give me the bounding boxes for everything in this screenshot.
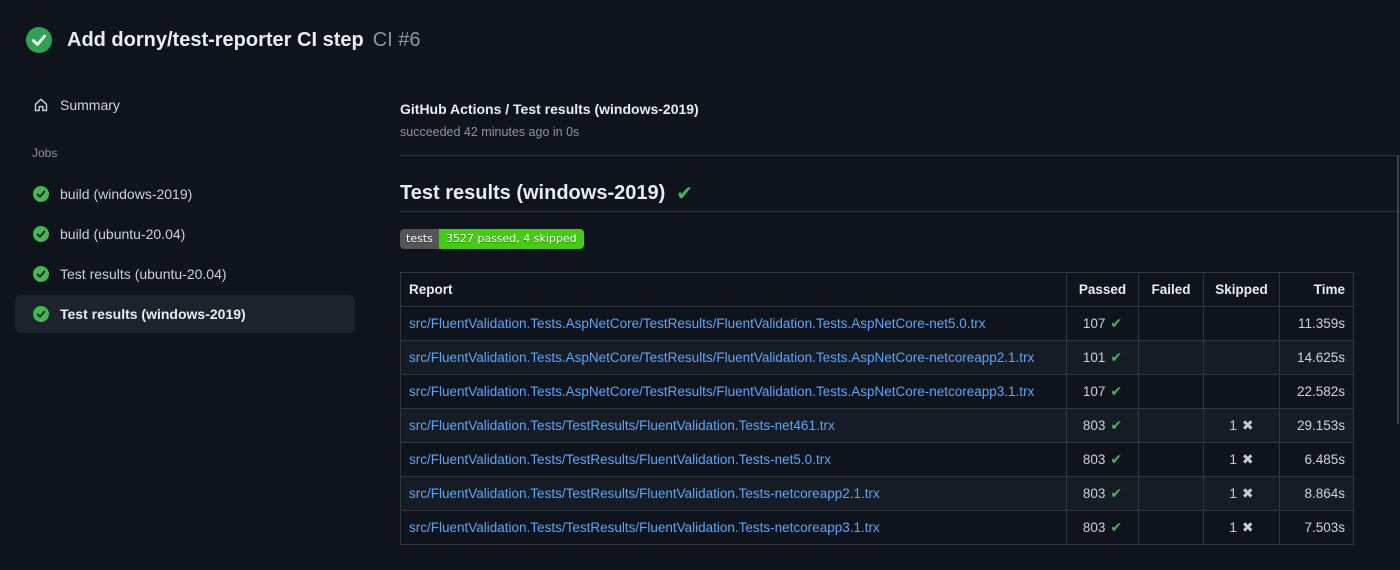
success-check-circle-icon: [33, 266, 49, 282]
time-value: 29.153s: [1279, 408, 1354, 443]
check-icon: ✔: [676, 183, 694, 205]
time-value: 22.582s: [1279, 374, 1354, 409]
x-icon: ✖: [1241, 485, 1254, 501]
skipped-count: 1: [1229, 452, 1237, 467]
table-row: src/FluentValidation.Tests/TestResults/F…: [400, 476, 1354, 511]
table-row: src/FluentValidation.Tests.AspNetCore/Te…: [400, 374, 1354, 409]
sidebar-item-summary[interactable]: Summary: [15, 90, 355, 120]
column-header-report: Report: [400, 272, 1067, 307]
passed-count: 803: [1082, 486, 1106, 501]
success-check-circle-icon: [33, 186, 49, 202]
table-header-row: Report Passed Failed Skipped Time: [400, 272, 1354, 307]
job-label: Test results (windows-2019): [60, 306, 246, 322]
time-value: 11.359s: [1279, 306, 1354, 341]
divider: [400, 211, 1400, 212]
sidebar-item-test-results-windows-2019[interactable]: Test results (windows-2019): [15, 295, 355, 333]
column-header-passed: Passed: [1066, 272, 1139, 307]
sidebar-item-test-results-ubuntu-2004[interactable]: Test results (ubuntu-20.04): [15, 255, 355, 293]
passed-count: 107: [1082, 384, 1106, 399]
passed-count: 803: [1082, 452, 1106, 467]
sidebar-item-build-ubuntu-2004[interactable]: build (ubuntu-20.04): [15, 215, 355, 253]
skipped-count: 1: [1229, 486, 1237, 501]
check-run-title: GitHub Actions / Test results (windows-2…: [400, 101, 699, 117]
report-link[interactable]: src/FluentValidation.Tests.AspNetCore/Te…: [409, 350, 1034, 365]
table-row: src/FluentValidation.Tests/TestResults/F…: [400, 442, 1354, 477]
column-header-skipped: Skipped: [1203, 272, 1280, 307]
check-icon: ✔: [1110, 519, 1123, 535]
check-icon: ✔: [1110, 451, 1123, 467]
report-link[interactable]: src/FluentValidation.Tests/TestResults/F…: [409, 452, 831, 467]
report-link[interactable]: src/FluentValidation.Tests.AspNetCore/Te…: [409, 316, 986, 331]
job-label: Test results (ubuntu-20.04): [60, 266, 227, 282]
table-row: src/FluentValidation.Tests.AspNetCore/Te…: [400, 306, 1354, 341]
skipped-count: 1: [1229, 520, 1237, 535]
time-value: 7.503s: [1279, 510, 1354, 545]
sidebar-item-build-windows-2019[interactable]: build (windows-2019): [15, 175, 355, 213]
check-icon: ✔: [1110, 485, 1123, 501]
scrollbar[interactable]: [1397, 156, 1399, 424]
divider: [400, 155, 1400, 156]
badge-value: 3527 passed, 4 skipped: [438, 229, 584, 249]
x-icon: ✖: [1241, 451, 1254, 467]
home-icon: [33, 97, 49, 113]
tests-status-badge: tests 3527 passed, 4 skipped: [400, 229, 584, 249]
report-link[interactable]: src/FluentValidation.Tests/TestResults/F…: [409, 418, 835, 433]
time-value: 8.864s: [1279, 476, 1354, 511]
failed-count: [1138, 408, 1204, 443]
check-run-status-line: succeeded 42 minutes ago in 0s: [400, 125, 580, 139]
passed-count: 101: [1082, 350, 1106, 365]
summary-label: Summary: [60, 97, 120, 113]
jobs-section-label: Jobs: [32, 146, 58, 160]
failed-count: [1138, 476, 1204, 511]
x-icon: ✖: [1241, 519, 1254, 535]
test-results-table: Report Passed Failed Skipped Time src/Fl…: [400, 272, 1354, 545]
table-row: src/FluentValidation.Tests/TestResults/F…: [400, 408, 1354, 443]
report-link[interactable]: src/FluentValidation.Tests/TestResults/F…: [409, 486, 880, 501]
failed-count: [1138, 374, 1204, 409]
failed-count: [1138, 442, 1204, 477]
time-value: 6.485s: [1279, 442, 1354, 477]
passed-count: 107: [1082, 316, 1106, 331]
check-icon: ✔: [1110, 315, 1123, 331]
report-heading: Test results (windows-2019) ✔: [400, 182, 694, 205]
sidebar: Summary Jobs build (windows-2019) build …: [0, 0, 400, 570]
report-link[interactable]: src/FluentValidation.Tests.AspNetCore/Te…: [409, 384, 1034, 399]
column-header-time: Time: [1279, 272, 1354, 307]
failed-count: [1138, 510, 1204, 545]
check-icon: ✔: [1110, 349, 1123, 365]
column-header-failed: Failed: [1138, 272, 1204, 307]
table-row: src/FluentValidation.Tests/TestResults/F…: [400, 510, 1354, 545]
failed-count: [1138, 340, 1204, 375]
passed-count: 803: [1082, 520, 1106, 535]
time-value: 14.625s: [1279, 340, 1354, 375]
passed-count: 803: [1082, 418, 1106, 433]
check-icon: ✔: [1110, 383, 1123, 399]
success-check-circle-icon: [33, 226, 49, 242]
failed-count: [1138, 306, 1204, 341]
success-check-circle-icon: [33, 306, 49, 322]
badge-label: tests: [400, 229, 439, 249]
table-row: src/FluentValidation.Tests.AspNetCore/Te…: [400, 340, 1354, 375]
x-icon: ✖: [1241, 417, 1254, 433]
check-icon: ✔: [1110, 417, 1123, 433]
skipped-count: 1: [1229, 418, 1237, 433]
job-label: build (windows-2019): [60, 186, 193, 202]
report-link[interactable]: src/FluentValidation.Tests/TestResults/F…: [409, 520, 880, 535]
job-label: build (ubuntu-20.04): [60, 226, 186, 242]
